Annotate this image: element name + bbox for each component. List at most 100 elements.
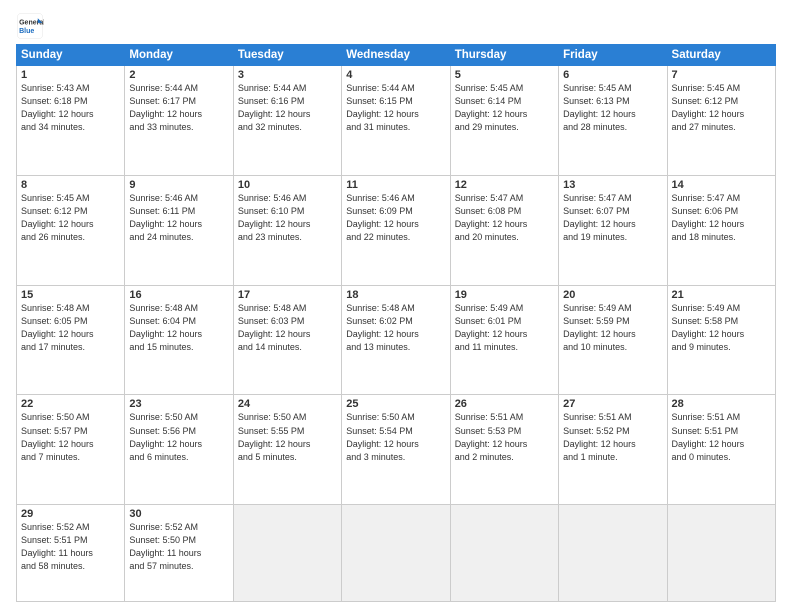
day-info: Sunrise: 5:49 AM Sunset: 5:59 PM Dayligh… — [563, 302, 662, 354]
day-number: 22 — [21, 398, 120, 410]
day-info: Sunrise: 5:45 AM Sunset: 6:12 PM Dayligh… — [672, 82, 771, 134]
logo-icon: General Blue — [16, 12, 44, 40]
day-number: 14 — [672, 179, 771, 191]
col-header-sunday: Sunday — [17, 45, 125, 66]
day-info: Sunrise: 5:44 AM Sunset: 6:16 PM Dayligh… — [238, 82, 337, 134]
day-info: Sunrise: 5:51 AM Sunset: 5:51 PM Dayligh… — [672, 411, 771, 463]
day-number: 7 — [672, 69, 771, 81]
calendar-header-row: SundayMondayTuesdayWednesdayThursdayFrid… — [17, 45, 776, 66]
col-header-saturday: Saturday — [667, 45, 775, 66]
svg-text:Blue: Blue — [19, 28, 34, 35]
calendar-cell — [559, 505, 667, 602]
day-number: 25 — [346, 398, 445, 410]
calendar-week-row: 1Sunrise: 5:43 AM Sunset: 6:18 PM Daylig… — [17, 66, 776, 176]
day-number: 26 — [455, 398, 554, 410]
day-info: Sunrise: 5:46 AM Sunset: 6:09 PM Dayligh… — [346, 192, 445, 244]
calendar-cell: 29Sunrise: 5:52 AM Sunset: 5:51 PM Dayli… — [17, 505, 125, 602]
calendar-cell: 12Sunrise: 5:47 AM Sunset: 6:08 PM Dayli… — [450, 175, 558, 285]
day-info: Sunrise: 5:46 AM Sunset: 6:10 PM Dayligh… — [238, 192, 337, 244]
day-number: 20 — [563, 289, 662, 301]
day-number: 11 — [346, 179, 445, 191]
day-number: 27 — [563, 398, 662, 410]
day-number: 24 — [238, 398, 337, 410]
day-number: 30 — [129, 508, 228, 520]
header: General Blue — [16, 12, 776, 40]
day-number: 19 — [455, 289, 554, 301]
day-info: Sunrise: 5:47 AM Sunset: 6:06 PM Dayligh… — [672, 192, 771, 244]
calendar-week-row: 8Sunrise: 5:45 AM Sunset: 6:12 PM Daylig… — [17, 175, 776, 285]
calendar-cell: 28Sunrise: 5:51 AM Sunset: 5:51 PM Dayli… — [667, 395, 775, 505]
calendar-cell: 4Sunrise: 5:44 AM Sunset: 6:15 PM Daylig… — [342, 66, 450, 176]
calendar-cell — [342, 505, 450, 602]
day-number: 9 — [129, 179, 228, 191]
day-info: Sunrise: 5:49 AM Sunset: 6:01 PM Dayligh… — [455, 302, 554, 354]
col-header-tuesday: Tuesday — [233, 45, 341, 66]
page: General Blue SundayMondayTuesdayWednesda… — [0, 0, 792, 612]
calendar-cell: 30Sunrise: 5:52 AM Sunset: 5:50 PM Dayli… — [125, 505, 233, 602]
calendar-cell: 27Sunrise: 5:51 AM Sunset: 5:52 PM Dayli… — [559, 395, 667, 505]
day-number: 15 — [21, 289, 120, 301]
day-number: 29 — [21, 508, 120, 520]
calendar-cell: 6Sunrise: 5:45 AM Sunset: 6:13 PM Daylig… — [559, 66, 667, 176]
col-header-wednesday: Wednesday — [342, 45, 450, 66]
day-number: 21 — [672, 289, 771, 301]
logo: General Blue — [16, 12, 48, 40]
day-info: Sunrise: 5:50 AM Sunset: 5:55 PM Dayligh… — [238, 411, 337, 463]
calendar: SundayMondayTuesdayWednesdayThursdayFrid… — [16, 44, 776, 602]
calendar-cell: 21Sunrise: 5:49 AM Sunset: 5:58 PM Dayli… — [667, 285, 775, 395]
calendar-cell: 25Sunrise: 5:50 AM Sunset: 5:54 PM Dayli… — [342, 395, 450, 505]
day-info: Sunrise: 5:44 AM Sunset: 6:17 PM Dayligh… — [129, 82, 228, 134]
day-number: 1 — [21, 69, 120, 81]
day-number: 5 — [455, 69, 554, 81]
calendar-cell: 5Sunrise: 5:45 AM Sunset: 6:14 PM Daylig… — [450, 66, 558, 176]
day-number: 12 — [455, 179, 554, 191]
day-number: 3 — [238, 69, 337, 81]
day-info: Sunrise: 5:52 AM Sunset: 5:50 PM Dayligh… — [129, 521, 228, 573]
day-number: 13 — [563, 179, 662, 191]
calendar-cell: 10Sunrise: 5:46 AM Sunset: 6:10 PM Dayli… — [233, 175, 341, 285]
day-number: 6 — [563, 69, 662, 81]
calendar-cell — [667, 505, 775, 602]
day-info: Sunrise: 5:51 AM Sunset: 5:52 PM Dayligh… — [563, 411, 662, 463]
day-info: Sunrise: 5:48 AM Sunset: 6:02 PM Dayligh… — [346, 302, 445, 354]
calendar-cell: 14Sunrise: 5:47 AM Sunset: 6:06 PM Dayli… — [667, 175, 775, 285]
calendar-cell: 7Sunrise: 5:45 AM Sunset: 6:12 PM Daylig… — [667, 66, 775, 176]
day-number: 23 — [129, 398, 228, 410]
day-info: Sunrise: 5:49 AM Sunset: 5:58 PM Dayligh… — [672, 302, 771, 354]
day-info: Sunrise: 5:52 AM Sunset: 5:51 PM Dayligh… — [21, 521, 120, 573]
calendar-cell: 24Sunrise: 5:50 AM Sunset: 5:55 PM Dayli… — [233, 395, 341, 505]
day-info: Sunrise: 5:48 AM Sunset: 6:03 PM Dayligh… — [238, 302, 337, 354]
day-number: 16 — [129, 289, 228, 301]
calendar-week-row: 29Sunrise: 5:52 AM Sunset: 5:51 PM Dayli… — [17, 505, 776, 602]
calendar-week-row: 22Sunrise: 5:50 AM Sunset: 5:57 PM Dayli… — [17, 395, 776, 505]
calendar-cell: 22Sunrise: 5:50 AM Sunset: 5:57 PM Dayli… — [17, 395, 125, 505]
day-info: Sunrise: 5:48 AM Sunset: 6:04 PM Dayligh… — [129, 302, 228, 354]
day-info: Sunrise: 5:45 AM Sunset: 6:13 PM Dayligh… — [563, 82, 662, 134]
day-info: Sunrise: 5:50 AM Sunset: 5:57 PM Dayligh… — [21, 411, 120, 463]
day-info: Sunrise: 5:46 AM Sunset: 6:11 PM Dayligh… — [129, 192, 228, 244]
col-header-thursday: Thursday — [450, 45, 558, 66]
day-number: 8 — [21, 179, 120, 191]
calendar-cell: 1Sunrise: 5:43 AM Sunset: 6:18 PM Daylig… — [17, 66, 125, 176]
day-info: Sunrise: 5:45 AM Sunset: 6:12 PM Dayligh… — [21, 192, 120, 244]
calendar-cell — [233, 505, 341, 602]
day-info: Sunrise: 5:44 AM Sunset: 6:15 PM Dayligh… — [346, 82, 445, 134]
day-info: Sunrise: 5:51 AM Sunset: 5:53 PM Dayligh… — [455, 411, 554, 463]
day-number: 17 — [238, 289, 337, 301]
day-number: 18 — [346, 289, 445, 301]
col-header-monday: Monday — [125, 45, 233, 66]
calendar-cell: 18Sunrise: 5:48 AM Sunset: 6:02 PM Dayli… — [342, 285, 450, 395]
day-number: 4 — [346, 69, 445, 81]
calendar-cell: 17Sunrise: 5:48 AM Sunset: 6:03 PM Dayli… — [233, 285, 341, 395]
day-info: Sunrise: 5:43 AM Sunset: 6:18 PM Dayligh… — [21, 82, 120, 134]
day-number: 28 — [672, 398, 771, 410]
day-number: 10 — [238, 179, 337, 191]
day-info: Sunrise: 5:47 AM Sunset: 6:08 PM Dayligh… — [455, 192, 554, 244]
day-info: Sunrise: 5:50 AM Sunset: 5:56 PM Dayligh… — [129, 411, 228, 463]
calendar-cell: 26Sunrise: 5:51 AM Sunset: 5:53 PM Dayli… — [450, 395, 558, 505]
calendar-cell: 15Sunrise: 5:48 AM Sunset: 6:05 PM Dayli… — [17, 285, 125, 395]
svg-text:General: General — [19, 19, 44, 26]
calendar-cell: 20Sunrise: 5:49 AM Sunset: 5:59 PM Dayli… — [559, 285, 667, 395]
calendar-cell: 3Sunrise: 5:44 AM Sunset: 6:16 PM Daylig… — [233, 66, 341, 176]
calendar-cell — [450, 505, 558, 602]
